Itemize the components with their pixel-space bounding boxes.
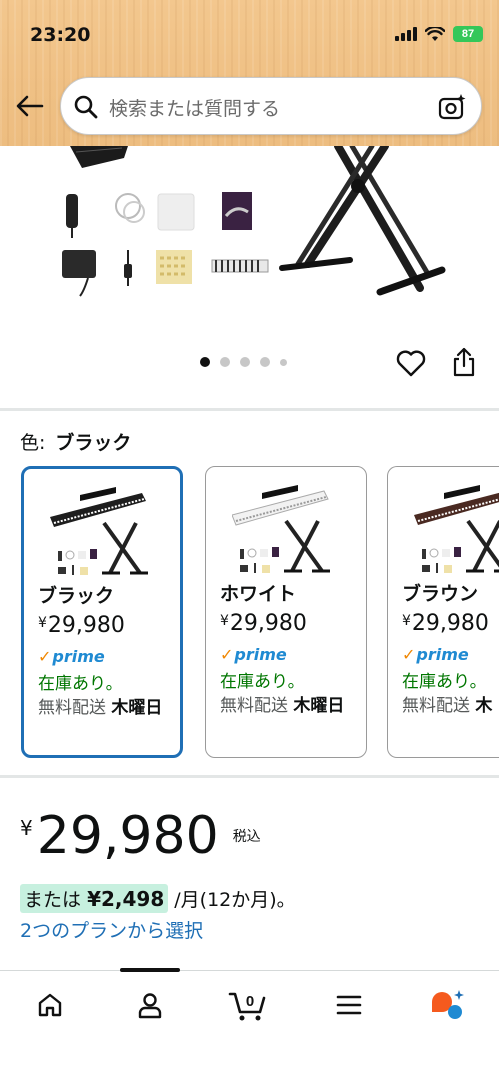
shipping-label: 無料配送 xyxy=(38,698,106,718)
price-amount: 29,980 xyxy=(36,806,219,866)
section-divider xyxy=(0,775,499,778)
installment-prefix: または xyxy=(24,889,82,911)
menu-icon xyxy=(336,995,362,1015)
shipping-day: 木 xyxy=(475,696,493,716)
cellular-signal-icon xyxy=(395,27,417,41)
search-input[interactable]: 検索または質問する xyxy=(60,77,482,135)
variant-card-white[interactable]: ホワイト ¥29,980 ✓ prime 在庫あり。 無料配送 木曜日 xyxy=(205,466,367,758)
prime-check-icon: ✓ xyxy=(220,645,234,664)
prime-label: prime xyxy=(234,645,287,664)
variant-card-brown[interactable]: ブラウン ¥29,980 ✓ prime 在庫あり。 無料配送 木 xyxy=(387,466,499,758)
tax-note: 税込 xyxy=(232,829,261,845)
carousel-dot[interactable] xyxy=(220,357,230,367)
prime-label: prime xyxy=(52,647,105,666)
installment-highlight: または ¥2,498 xyxy=(20,884,169,913)
shipping-day: 木曜日 xyxy=(293,696,345,716)
price-currency: ¥ xyxy=(20,816,33,840)
carousel-dot[interactable] xyxy=(260,357,270,367)
back-button[interactable] xyxy=(14,92,46,120)
variant-shipping: 無料配送 木 xyxy=(402,693,499,720)
nav-rufus-ai[interactable] xyxy=(428,987,468,1023)
prime-check-icon: ✓ xyxy=(38,647,52,666)
bottom-navigation: 0 xyxy=(0,968,499,1080)
battery-icon: 87 xyxy=(453,26,483,42)
active-tab-indicator xyxy=(120,968,180,972)
installment-amount: ¥2,498 xyxy=(87,887,165,911)
shipping-day: 木曜日 xyxy=(111,698,163,718)
share-icon xyxy=(453,347,475,377)
variant-price: ¥29,980 xyxy=(220,611,307,636)
shipping-label: 無料配送 xyxy=(402,696,470,716)
person-icon xyxy=(138,993,162,1019)
carousel-dot[interactable] xyxy=(200,357,210,367)
search-icon xyxy=(74,95,98,119)
main-price: ¥ 29,980 税込 xyxy=(20,808,261,864)
variant-name: ホワイト xyxy=(220,583,297,605)
variant-price-amount: 29,980 xyxy=(229,611,307,636)
variant-stock: 在庫あり。 xyxy=(220,672,305,692)
carousel-dot[interactable] xyxy=(240,357,250,367)
shipping-label: 無料配送 xyxy=(220,696,288,716)
heart-icon xyxy=(396,350,426,377)
arrow-left-icon xyxy=(16,95,44,117)
status-time: 23:20 xyxy=(30,24,91,46)
prime-badge: ✓ prime xyxy=(402,645,469,664)
nav-cart[interactable]: 0 xyxy=(228,987,268,1023)
nav-account[interactable] xyxy=(130,987,170,1023)
variant-currency: ¥ xyxy=(402,613,411,629)
product-image[interactable] xyxy=(0,146,499,346)
status-icons: 87 xyxy=(395,26,483,42)
variant-thumbnail xyxy=(414,485,499,573)
carousel-dot[interactable] xyxy=(280,358,287,366)
nav-menu[interactable] xyxy=(329,987,369,1023)
variant-name: ブラック xyxy=(38,585,115,607)
variant-price: ¥29,980 xyxy=(38,613,125,638)
variant-price-amount: 29,980 xyxy=(47,613,125,638)
cart-count: 0 xyxy=(246,993,254,1010)
image-carousel-indicator[interactable] xyxy=(200,357,287,367)
nav-home[interactable] xyxy=(30,987,70,1023)
variant-stock: 在庫あり。 xyxy=(402,672,487,692)
selected-color: ブラック xyxy=(55,432,132,454)
home-icon xyxy=(38,993,62,1017)
variant-card-black[interactable]: ブラック ¥29,980 ✓ prime 在庫あり。 無料配送 木曜日 xyxy=(21,466,183,758)
ai-assistant-icon xyxy=(432,990,464,1019)
battery-level: 87 xyxy=(461,28,475,40)
variant-stock: 在庫あり。 xyxy=(38,674,123,694)
variant-currency: ¥ xyxy=(38,615,47,631)
camera-search-icon[interactable] xyxy=(437,92,467,122)
cart-icon: 0 xyxy=(228,992,266,1021)
variant-shipping: 無料配送 木曜日 xyxy=(38,695,180,722)
product-photo xyxy=(62,146,446,297)
section-divider xyxy=(0,408,499,411)
prime-badge: ✓ prime xyxy=(38,647,105,666)
variant-name: ブラウン xyxy=(402,583,479,605)
search-placeholder: 検索または質問する xyxy=(109,98,281,120)
share-button[interactable] xyxy=(450,346,478,378)
wifi-icon xyxy=(425,26,445,41)
variant-shipping: 無料配送 木曜日 xyxy=(220,693,366,720)
color-selection-label: 色: ブラック xyxy=(20,428,131,455)
color-label: 色: xyxy=(20,432,46,454)
prime-check-icon: ✓ xyxy=(402,645,416,664)
variant-thumbnail xyxy=(232,485,330,573)
prime-badge: ✓ prime xyxy=(220,645,287,664)
variant-price: ¥29,980 xyxy=(402,611,489,636)
installment-info: または ¥2,498 /月(12か月)。 xyxy=(20,884,296,913)
variant-currency: ¥ xyxy=(220,613,229,629)
variant-price-amount: 29,980 xyxy=(411,611,489,636)
prime-label: prime xyxy=(416,645,469,664)
wishlist-button[interactable] xyxy=(395,348,427,378)
variant-thumbnail xyxy=(50,487,148,575)
installment-suffix: /月(12か月)。 xyxy=(174,889,296,911)
app-header: 23:20 87 検索または質問する xyxy=(0,0,499,146)
payment-plan-link[interactable]: 2つのプランから選択 xyxy=(20,916,203,943)
